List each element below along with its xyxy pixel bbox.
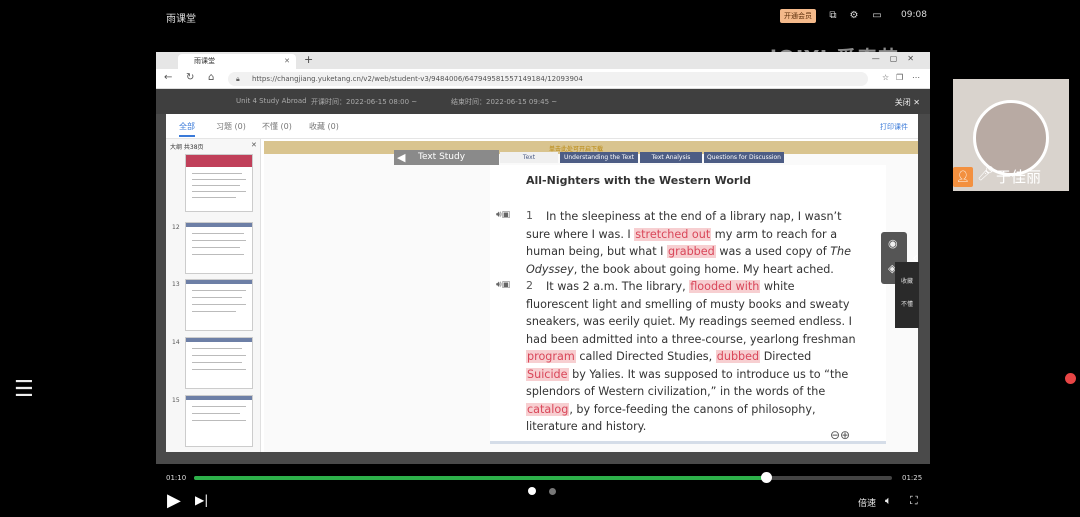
next-icon[interactable]: ▶| <box>195 493 208 507</box>
cast-icon[interactable]: ▭ <box>870 9 884 23</box>
pager-dot-active[interactable] <box>528 487 536 495</box>
lesson-name: Unit 4 Study Abroad <box>236 97 307 105</box>
home-icon[interactable]: ⌂ <box>208 72 214 83</box>
pip-icon[interactable]: ⧉ <box>826 9 840 23</box>
record-indicator <box>1065 373 1076 384</box>
clock: 09:08 <box>901 10 927 20</box>
slide-tab-understanding[interactable]: Understanding the Text <box>560 152 638 163</box>
tab-title: 雨课堂 <box>194 57 215 65</box>
close-tab-icon[interactable]: ✕ <box>284 54 290 69</box>
tab-favorites[interactable]: 收藏 (0) <box>309 121 339 132</box>
slide-tab-questions[interactable]: Questions for Discussion <box>704 152 784 163</box>
print-button[interactable]: 打印课件 <box>880 122 908 132</box>
thumbnail[interactable] <box>185 154 253 212</box>
back-icon[interactable]: ← <box>164 72 172 83</box>
webcam-name: 于佳丽 <box>996 168 1042 186</box>
collections-icon[interactable]: ❐ <box>896 73 903 82</box>
thumbnail[interactable] <box>185 395 253 447</box>
total-time: 01:25 <box>902 474 923 482</box>
volume-icon[interactable]: 🔈︎ <box>885 494 892 508</box>
tab-all[interactable]: 全部 <box>179 121 195 137</box>
paragraph-2: It was 2 a.m. The library, flooded with … <box>526 280 856 433</box>
text-study-label: Text Study <box>418 152 466 162</box>
thumbnail-number: 12 <box>172 224 180 231</box>
thumbnail-number: 15 <box>172 397 180 404</box>
close-panel-icon[interactable]: ✕ <box>251 141 257 149</box>
chevron-left-icon[interactable]: ‹ <box>912 248 918 267</box>
pager-dot[interactable] <box>549 488 556 495</box>
courseware-viewer: 全部 习题 (0) 不懂 (0) 收藏 (0) 打印课件 大纲 共38页 ✕ 1… <box>166 114 918 452</box>
start-time: 开课时间：2022-06-15 08:00 ~ <box>311 98 418 106</box>
slide: 单击此处可开启下载 ◀ Text Study Text Understandin… <box>264 141 918 452</box>
paragraph-1: In the sleepiness at the end of a librar… <box>526 210 852 276</box>
refresh-icon[interactable]: ↻ <box>186 72 194 83</box>
thumbnail[interactable] <box>185 222 253 274</box>
text-study-banner: ◀ Text Study <box>394 150 499 165</box>
address-bar: ← ↻ ⌂ 🔒︎ https://changjiang.yuketang.cn/… <box>156 69 930 89</box>
not-understand-button[interactable]: 不懂 <box>895 299 919 308</box>
vip-button[interactable]: 开通会员 <box>780 9 816 23</box>
more-icon[interactable]: ⋯ <box>912 73 920 82</box>
thumbnail[interactable] <box>185 337 253 389</box>
close-button[interactable]: 关闭 ✕ <box>895 97 920 108</box>
slide-tab-text[interactable]: Text <box>500 152 558 163</box>
lock-icon: 🔒︎ <box>236 75 240 83</box>
thumbnail-number: 14 <box>172 339 180 346</box>
tab-exercises[interactable]: 习题 (0) <box>216 121 246 132</box>
menu-icon[interactable]: ☰ <box>14 377 34 402</box>
seek-handle[interactable] <box>761 472 773 483</box>
slide-tab-analysis[interactable]: Text Analysis <box>640 152 702 163</box>
speaker-icon[interactable]: 🔊︎▣ <box>496 280 510 290</box>
side-actions: 收藏 不懂 <box>895 262 919 328</box>
camera-icon[interactable]: ◉ <box>888 237 898 250</box>
page: Unit 4 Study Abroad 开课时间：2022-06-15 08:0… <box>156 89 930 464</box>
play-icon[interactable]: ▶ <box>167 490 181 511</box>
new-tab-icon[interactable]: + <box>304 53 313 66</box>
thumbnail[interactable] <box>185 279 253 331</box>
speed-button[interactable]: 倍速 <box>858 496 876 509</box>
thumbnail-number: 13 <box>172 281 180 288</box>
current-time: 01:10 <box>166 474 187 482</box>
browser-window: 雨课堂 ✕ + —▢✕ ← ↻ ⌂ 🔒︎ https://changjiang.… <box>156 52 930 464</box>
webcam-avatar <box>973 100 1049 176</box>
settings-icon[interactable]: ⚙ <box>847 9 861 23</box>
speaker-icon[interactable]: 🔊︎▣ <box>496 210 510 220</box>
thumbnail-header: 大纲 共38页 <box>170 144 204 151</box>
user-icon: 👤︎ <box>953 167 973 187</box>
url-text: https://changjiang.yuketang.cn/v2/web/st… <box>252 75 583 83</box>
arrow-left-icon: ◀ <box>397 151 406 164</box>
window-controls[interactable]: —▢✕ <box>872 54 924 63</box>
app-title: 雨课堂 <box>166 14 196 25</box>
browser-tab[interactable]: 雨课堂 ✕ <box>178 54 296 69</box>
tab-bar: 雨课堂 ✕ + —▢✕ <box>156 52 930 69</box>
slide-nav[interactable]: ⊖⊕ <box>830 428 850 442</box>
url-field[interactable]: 🔒︎ https://changjiang.yuketang.cn/v2/web… <box>228 72 868 86</box>
slide-title: All-Nighters with the Western World <box>526 174 751 187</box>
thumbnail-panel: 大纲 共38页 ✕ 12 13 14 15 <box>166 139 261 452</box>
mic-icon: 🎤︎ <box>977 166 995 182</box>
end-time: 结束时间：2022-06-15 09:45 ~ <box>451 98 558 106</box>
favorites-icon[interactable]: ☆ <box>882 73 889 82</box>
seek-fill <box>194 476 767 480</box>
slide-progress-bar <box>490 441 886 444</box>
filter-tabs: 全部 习题 (0) 不懂 (0) 收藏 (0) 打印课件 <box>166 114 918 139</box>
fullscreen-icon[interactable]: ⛶ <box>910 494 918 508</box>
collect-button[interactable]: 收藏 <box>895 276 919 285</box>
tab-not-understand[interactable]: 不懂 (0) <box>262 121 292 132</box>
page-header: Unit 4 Study Abroad 开课时间：2022-06-15 08:0… <box>156 89 930 114</box>
